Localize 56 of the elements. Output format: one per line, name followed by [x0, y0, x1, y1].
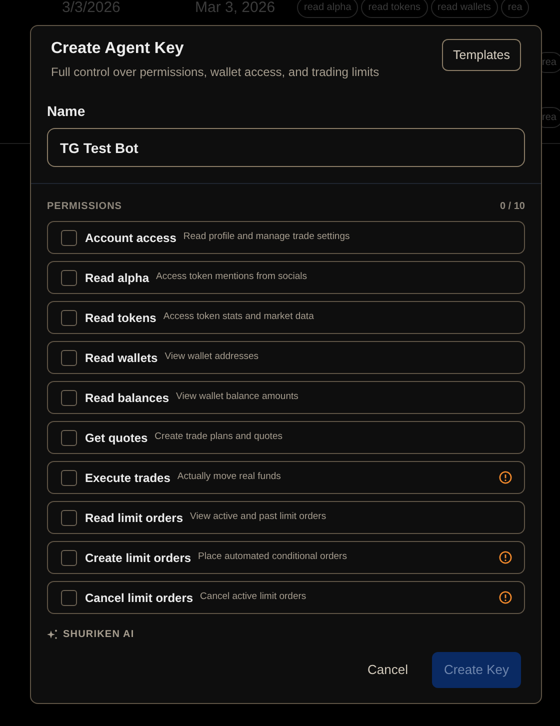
permission-description: Access token mentions from socials — [156, 270, 308, 284]
permission-name: Create limit orders — [85, 550, 192, 566]
permission-tag: read tokens — [361, 0, 428, 18]
permission-option[interactable]: Read alpha Access token mentions from socials — [47, 261, 525, 294]
dialog-title: Create Agent Key — [51, 39, 185, 59]
permission-name: Read alpha — [85, 270, 150, 286]
permission-tag: read alpha — [297, 0, 358, 18]
permission-option[interactable]: Cancel limit orders Cancel active limit orders — [47, 581, 525, 614]
permissions-heading: PERMISSIONS — [47, 200, 122, 214]
checkbox[interactable] — [61, 590, 77, 606]
checkbox[interactable] — [61, 510, 77, 526]
permission-description: View wallet balance amounts — [176, 390, 298, 404]
permission-tag: rea — [500, 0, 530, 18]
permission-description: Create trade plans and quotes — [154, 430, 282, 444]
permission-description: View wallet addresses — [164, 350, 259, 364]
permission-option[interactable]: Execute trades Actually move real funds — [47, 461, 525, 494]
permission-name: Read wallets — [85, 350, 158, 366]
permission-option[interactable]: Account access Read profile and manage trade settings — [47, 221, 525, 254]
checkbox[interactable] — [61, 230, 77, 246]
checkbox[interactable] — [61, 550, 77, 566]
permission-name: Get quotes — [85, 430, 148, 446]
permission-option[interactable]: Read tokens Access token stats and market data — [47, 301, 525, 334]
permission-name: Read balances — [85, 390, 170, 406]
name-input-field[interactable]: TG Test Bot — [47, 128, 525, 167]
checkbox[interactable] — [61, 310, 77, 326]
permission-option[interactable]: Create limit orders Place automated conditional orders — [47, 541, 525, 574]
date-cell: 3/3/2026 — [62, 0, 120, 16]
permission-tag: read wallets — [430, 0, 498, 18]
permission-option[interactable]: Read balances View wallet balance amounts — [47, 381, 525, 414]
checkbox[interactable] — [61, 430, 77, 446]
permission-description: Place automated conditional orders — [198, 550, 347, 564]
permission-name: Execute trades — [85, 470, 170, 486]
permission-description: Cancel active limit orders — [200, 590, 306, 604]
permissions-count: 0 / 10 — [500, 200, 525, 214]
checkbox[interactable] — [61, 270, 77, 286]
templates-button[interactable]: Templates — [442, 39, 521, 71]
permission-name: Read tokens — [85, 310, 156, 326]
dialog-subtitle: Full control over permissions, wallet access, and trading limits — [51, 64, 380, 81]
permission-option[interactable]: Read wallets View wallet addresses — [47, 341, 525, 374]
permission-option[interactable]: Read limit orders View active and past limit orders — [47, 501, 525, 534]
permission-description: View active and past limit orders — [190, 510, 326, 524]
checkbox[interactable] — [61, 470, 77, 486]
permission-description: Read profile and manage trade settings — [183, 230, 350, 244]
date-cell: Mar 3, 2026 — [195, 0, 276, 16]
permission-name: Read limit orders — [85, 510, 184, 526]
brand-label: SHURIKEN AI — [63, 628, 134, 642]
sparkle-icon — [47, 629, 58, 640]
checkbox[interactable] — [61, 390, 77, 406]
permission-name: Cancel limit orders — [85, 590, 194, 606]
permission-name: Account access — [85, 230, 176, 246]
permission-description: Actually move real funds — [177, 470, 281, 484]
permission-description: Access token stats and market data — [163, 310, 314, 324]
permission-option[interactable]: Get quotes Create trade plans and quotes — [47, 421, 525, 454]
checkbox[interactable] — [61, 350, 77, 366]
name-label: Name — [47, 102, 86, 121]
cancel-button[interactable]: Cancel — [357, 652, 418, 688]
